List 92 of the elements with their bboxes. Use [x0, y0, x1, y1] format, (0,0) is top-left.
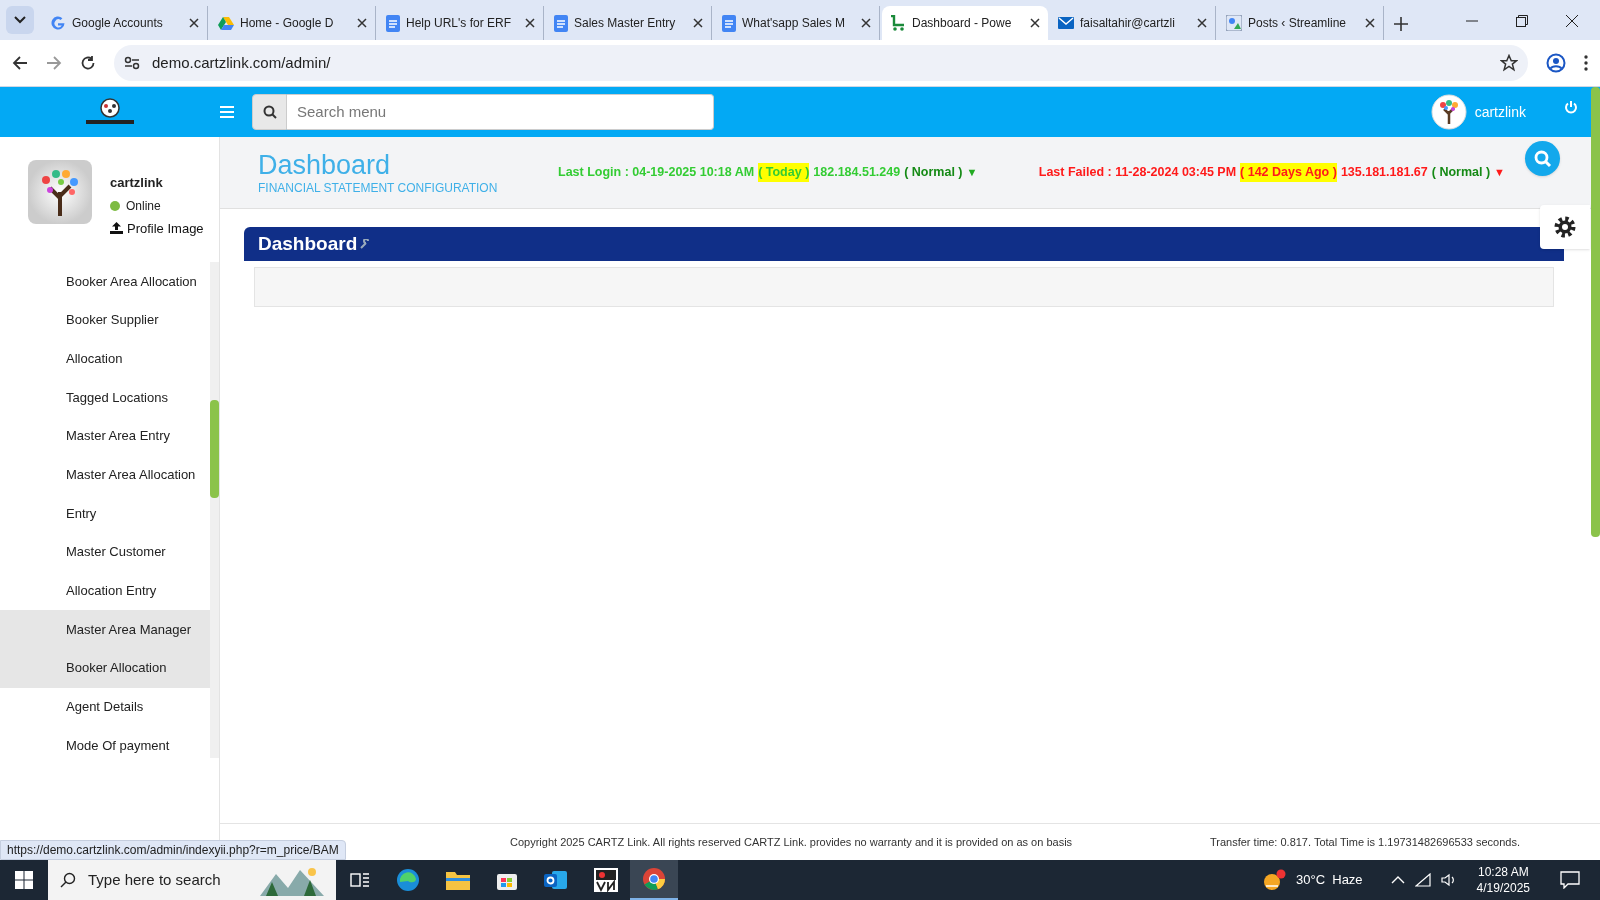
document-icon [386, 14, 400, 32]
google-g-icon [50, 15, 66, 31]
upload-icon[interactable] [110, 222, 123, 235]
search-icon [60, 872, 76, 888]
online-status: Online [126, 197, 161, 215]
page-scrollbar-thumb[interactable] [1591, 87, 1600, 537]
profile-image-link[interactable]: Profile Image [127, 218, 204, 238]
chrome-taskbar-button[interactable] [630, 860, 678, 900]
menu-icon[interactable] [1584, 55, 1588, 71]
sidebar-item[interactable]: Mode Of payment [0, 726, 210, 765]
new-tab-icon[interactable] [1394, 17, 1408, 31]
scrollbar-thumb[interactable] [210, 400, 219, 498]
restore-icon[interactable] [1516, 15, 1528, 27]
login-status: ( Normal ) [904, 164, 963, 182]
profile-name: cartzlink [110, 174, 164, 192]
login-status: ( Normal ) [1431, 164, 1491, 182]
sidebar-item[interactable]: Entry [0, 494, 210, 533]
sidebar-item[interactable]: Master Customer [0, 532, 210, 572]
url-text: demo.cartzlink.com/admin/ [152, 52, 332, 73]
dropdown-arrow[interactable]: ▼ [1494, 164, 1505, 181]
sidebar-item[interactable]: Master Area Allocation [0, 455, 210, 495]
profile-icon[interactable] [1546, 53, 1566, 73]
close-icon[interactable] [861, 18, 871, 28]
close-icon[interactable] [1566, 15, 1578, 27]
timing-text: Transfer time: 0.817. Total Time is 1.19731482696533 seconds. [1209, 834, 1520, 850]
sidebar-item[interactable]: Agent Details [0, 687, 210, 727]
speaker-icon[interactable] [1440, 873, 1457, 887]
file-explorer-icon[interactable] [446, 870, 470, 890]
time-ago-text: ( 142 Days Ago ) [1240, 163, 1337, 182]
login-info-text: Last Failed : 11-28-2024 03:45 PM [1038, 164, 1237, 182]
task-view-icon[interactable] [350, 871, 370, 889]
settings-button[interactable] [1540, 205, 1590, 249]
search-field[interactable]: Search menu [287, 94, 714, 130]
outlook-icon[interactable] [544, 869, 568, 891]
back-icon[interactable] [12, 55, 28, 71]
page-subtitle: FINANCIAL STATEMENT CONFIGURATION [258, 180, 499, 197]
sidebar-item[interactable]: Master Area Entry [0, 416, 210, 456]
ip-address: 135.181.181.67 [1340, 164, 1428, 182]
windows-start-icon[interactable] [15, 871, 33, 889]
search-icon [1533, 149, 1552, 168]
cart-icon [890, 15, 906, 31]
close-icon[interactable] [189, 18, 199, 28]
reload-icon[interactable] [80, 55, 96, 71]
site-icon [1226, 15, 1242, 31]
bookmark-star-icon[interactable] [1500, 54, 1518, 72]
address-bar[interactable]: demo.cartzlink.com/admin/ [114, 45, 1528, 81]
status-url-tooltip: https://demo.cartzlink.com/admin/indexyii.php?r=m_price/BAM [0, 840, 346, 860]
time-ago-text: ( Today ) [758, 163, 810, 182]
document-icon [554, 14, 568, 32]
edge-browser-icon[interactable] [396, 868, 420, 892]
close-icon[interactable] [1197, 18, 1207, 28]
sidebar-item[interactable]: Allocation [0, 339, 210, 379]
drive-triangle-icon [218, 16, 234, 30]
mail-icon [1058, 17, 1074, 29]
close-icon[interactable] [525, 18, 535, 28]
search-icon [262, 105, 277, 119]
chrome-icon [642, 867, 666, 891]
page-title: Dashboard [258, 152, 392, 179]
wrench-icon[interactable] [360, 239, 371, 249]
search-button[interactable] [252, 94, 287, 130]
copyright-text: Copyright 2025 CARTZ Link. All rights reserved CARTZ Link. provides no warranty and it is provided on as on basis [510, 834, 1073, 850]
chevron-down-icon [14, 16, 26, 24]
close-icon[interactable] [693, 18, 703, 28]
avatar-icon[interactable] [1430, 94, 1467, 130]
sidebar-item[interactable]: Master Area Manager [0, 610, 210, 649]
sidebar-item[interactable]: Booker Area Allocation [0, 262, 210, 301]
settings-icon [1553, 215, 1577, 239]
weather-icon[interactable] [1262, 869, 1286, 891]
taskbar-search-field[interactable]: Type here to search [48, 860, 336, 900]
close-icon[interactable] [1365, 18, 1375, 28]
site-settings-icon[interactable] [124, 56, 140, 70]
clock-date[interactable]: 4/19/2025 [1476, 880, 1530, 896]
power-icon[interactable] [1564, 100, 1578, 114]
chevron-up-icon[interactable] [1390, 875, 1405, 885]
logo-icon[interactable] [84, 97, 136, 127]
vnc-viewer-icon[interactable] [594, 868, 618, 892]
sidebar-item[interactable]: Booker Supplier [0, 300, 210, 340]
clock-time[interactable]: 10:28 AM [1477, 864, 1529, 880]
close-icon[interactable] [1030, 18, 1040, 28]
notifications-icon[interactable] [1560, 871, 1580, 889]
panel-title: Dashboard [258, 231, 358, 256]
close-icon[interactable] [357, 18, 367, 28]
weather-text[interactable]: 30°C Haze [1296, 870, 1363, 890]
login-info-text: Last Login : 04-19-2025 10:18 AM [558, 164, 755, 182]
forward-icon[interactable] [46, 55, 62, 71]
document-icon [722, 14, 736, 32]
browser-tab[interactable]: Dashboard - Powe [882, 6, 1048, 40]
sidebar-item[interactable]: Allocation Entry [0, 571, 210, 611]
sidebar-item[interactable]: Tagged Locations [0, 378, 210, 417]
tab-search-button[interactable] [6, 6, 34, 34]
sidebar-item[interactable]: Booker Allocation [0, 648, 210, 688]
ip-address: 182.184.51.249 [813, 164, 901, 182]
